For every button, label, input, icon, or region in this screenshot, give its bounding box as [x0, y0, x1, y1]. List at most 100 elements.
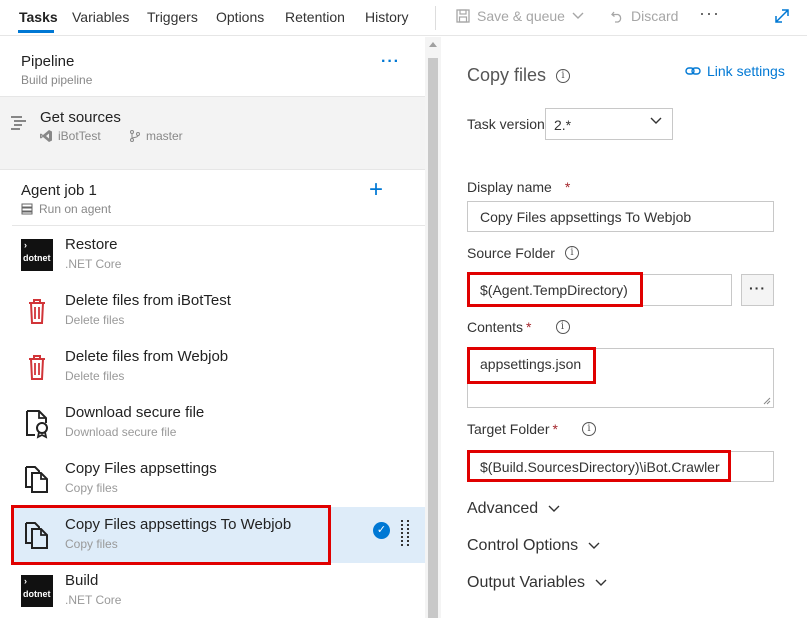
task-item-copy-files-appsettings[interactable]: Copy Files appsettings Copy files	[12, 451, 425, 507]
task-version-value: 2.*	[554, 117, 572, 133]
contents-label-row: Contents * i	[467, 319, 570, 335]
tab-history[interactable]: History	[365, 9, 409, 25]
chevron-down-icon	[572, 12, 584, 19]
task-subtitle: .NET Core	[65, 593, 122, 607]
required-mark: *	[526, 319, 532, 335]
target-folder-label-row: Target Folder * i	[467, 421, 596, 437]
contents-textarea[interactable]: appsettings.json	[467, 348, 774, 408]
details-title-row: Copy files i	[467, 65, 571, 86]
info-icon[interactable]: i	[581, 422, 596, 436]
expand-icon[interactable]	[774, 8, 790, 24]
copy-files-icon	[25, 466, 48, 493]
task-version-select[interactable]: 2.*	[545, 108, 673, 140]
chevron-down-icon	[588, 542, 600, 549]
drag-handle-icon[interactable]	[401, 520, 411, 550]
more-actions-button[interactable]: ···	[699, 3, 720, 24]
task-title: Copy Files appsettings	[65, 460, 217, 477]
task-item-build[interactable]: › dotnet Build .NET Core	[12, 563, 425, 618]
task-details-panel: Copy files i Link settings Task version …	[441, 37, 807, 618]
task-title: Copy Files appsettings To Webjob	[65, 516, 292, 533]
browse-source-folder-button[interactable]: ···	[741, 274, 774, 306]
task-subtitle: Delete files	[65, 313, 125, 327]
display-name-label-row: Display name *	[467, 179, 570, 195]
info-icon[interactable]: i	[556, 68, 571, 83]
visual-studio-icon	[40, 130, 52, 142]
undo-icon	[611, 11, 622, 23]
secure-file-icon	[26, 410, 48, 439]
trash-icon	[29, 355, 45, 380]
tab-variables[interactable]: Variables	[72, 9, 129, 25]
target-folder-input[interactable]: $(Build.SourcesDirectory)\iBot.Crawler	[467, 451, 774, 482]
tab-options[interactable]: Options	[216, 9, 264, 25]
add-task-button[interactable]: +	[369, 176, 383, 204]
task-subtitle: Copy files	[65, 481, 118, 495]
contents-value: appsettings.json	[480, 356, 582, 372]
info-icon[interactable]: i	[564, 246, 579, 260]
display-name-label: Display name	[467, 179, 552, 195]
display-name-input[interactable]: Copy Files appsettings To Webjob	[467, 201, 774, 232]
pipeline-subtitle: Build pipeline	[21, 73, 93, 87]
task-subtitle: Delete files	[65, 369, 125, 383]
details-title: Copy files	[467, 65, 547, 85]
task-subtitle: Copy files	[65, 537, 118, 551]
task-title: Delete files from Webjob	[65, 348, 229, 365]
pipeline-more-button[interactable]: ···	[381, 53, 400, 71]
task-version-label: Task version	[467, 116, 545, 132]
output-variables-label: Output Variables	[467, 574, 585, 591]
target-folder-label-wrap: Target Folder *	[467, 421, 558, 437]
top-toolbar: Tasks Variables Triggers Options Retenti…	[0, 0, 807, 36]
contents-label-wrap: Contents *	[467, 319, 532, 335]
enabled-check-icon[interactable]: ✓	[373, 522, 390, 539]
agent-job-item[interactable]: Agent job 1 Run on agent +	[12, 170, 425, 226]
source-folder-input[interactable]: $(Agent.TempDirectory)	[467, 274, 732, 306]
tab-tasks[interactable]: Tasks	[19, 9, 58, 25]
advanced-section-toggle[interactable]: Advanced	[467, 500, 560, 518]
trash-icon	[29, 299, 45, 324]
resize-grip-icon[interactable]	[763, 397, 771, 405]
contents-label: Contents	[467, 319, 524, 335]
tab-retention[interactable]: Retention	[285, 9, 345, 25]
branch-name: master	[146, 129, 183, 143]
get-sources-item[interactable]: Get sources iBotTest master	[0, 97, 425, 170]
scroll-up-arrow-icon[interactable]	[429, 42, 437, 47]
target-folder-label: Target Folder	[467, 421, 550, 437]
task-item-copy-files-to-webjob[interactable]: Copy Files appsettings To Webjob Copy fi…	[12, 507, 425, 563]
save-icon	[456, 9, 470, 23]
copy-files-icon	[25, 522, 48, 549]
discard-button[interactable]: Discard	[610, 8, 678, 24]
source-folder-label: Source Folder	[467, 245, 555, 261]
task-item-delete-webjob[interactable]: Delete files from Webjob Delete files	[12, 339, 425, 395]
get-sources-title: Get sources	[40, 109, 121, 126]
scrollbar-thumb[interactable]	[428, 58, 438, 618]
task-title: Delete files from iBotTest	[65, 292, 231, 309]
task-item-delete-ibottest[interactable]: Delete files from iBotTest Delete files	[12, 283, 425, 339]
link-icon	[685, 67, 701, 75]
task-item-restore[interactable]: › dotnet Restore .NET Core	[12, 227, 425, 283]
server-icon	[21, 203, 33, 215]
advanced-label: Advanced	[467, 500, 539, 517]
task-subtitle: .NET Core	[65, 257, 122, 271]
source-folder-label-row: Source Folder i	[467, 245, 579, 261]
task-subtitle: Download secure file	[65, 425, 177, 439]
dotnet-icon: › dotnet	[21, 239, 53, 271]
chevron-down-icon	[548, 505, 560, 512]
discard-label: Discard	[631, 8, 679, 24]
control-options-label: Control Options	[467, 537, 579, 554]
repo-name: iBotTest	[58, 129, 101, 143]
task-list-panel: Pipeline Build pipeline ··· Get sources …	[0, 37, 425, 618]
branch-info: master	[130, 129, 183, 143]
save-queue-button[interactable]: Save & queue	[456, 8, 584, 24]
info-icon[interactable]: i	[555, 320, 570, 334]
required-mark: *	[552, 421, 558, 437]
task-title: Download secure file	[65, 404, 205, 421]
chevron-down-icon	[650, 117, 662, 124]
tab-triggers[interactable]: Triggers	[147, 9, 198, 25]
task-item-download-secure-file[interactable]: Download secure file Download secure fil…	[12, 395, 425, 451]
task-title: Restore	[65, 236, 118, 253]
pipeline-header[interactable]: Pipeline Build pipeline ···	[0, 37, 425, 97]
link-settings-button[interactable]: Link settings	[685, 63, 785, 79]
sources-list-icon	[11, 116, 26, 130]
agent-job-subtitle: Run on agent	[39, 202, 112, 216]
output-variables-section-toggle[interactable]: Output Variables	[467, 574, 607, 592]
control-options-section-toggle[interactable]: Control Options	[467, 537, 600, 555]
